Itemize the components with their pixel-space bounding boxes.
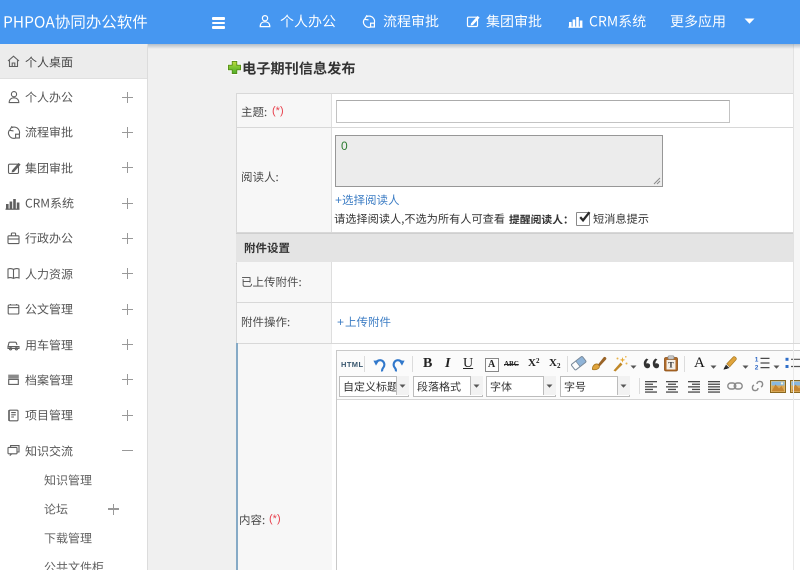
svg-text:1: 1 <box>755 356 759 363</box>
svg-text:T: T <box>668 360 674 370</box>
svg-text:2: 2 <box>755 365 759 371</box>
